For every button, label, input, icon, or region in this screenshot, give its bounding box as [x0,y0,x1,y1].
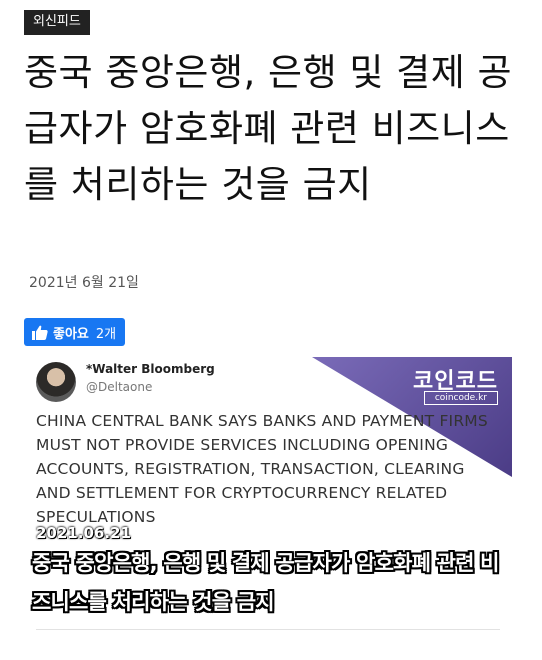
article-image: 코인코드 coincode.kr *Walter Bloomberg @Delt… [24,353,512,645]
tweet-author: *Walter Bloomberg [86,362,215,376]
divider [36,629,500,630]
avatar [36,362,76,402]
thumbs-up-icon [32,325,48,340]
tweet-text: CHINA CENTRAL BANK SAYS BANKS AND PAYMEN… [36,412,488,526]
publish-date: 2021년 6월 21일 [29,275,139,291]
like-count: 2개 [95,326,117,342]
brand-url: coincode.kr [423,391,498,405]
like-label: 좋아요 [53,326,89,342]
image-caption: 중국 중앙은행, 은행 및 결제 공급자가 암호화폐 관련 비즈니스를 처리하는… [32,551,500,614]
article-title: 중국 중앙은행, 은행 및 결제 공급자가 암호화폐 관련 비즈니스를 처리하는… [24,51,513,206]
like-button[interactable]: 좋아요 2개 [24,318,126,346]
category-badge[interactable]: 외신피드 [24,10,90,35]
tweet-handle: @Deltaone [86,380,153,394]
date-stamp: 2021.06.21 [36,524,131,542]
